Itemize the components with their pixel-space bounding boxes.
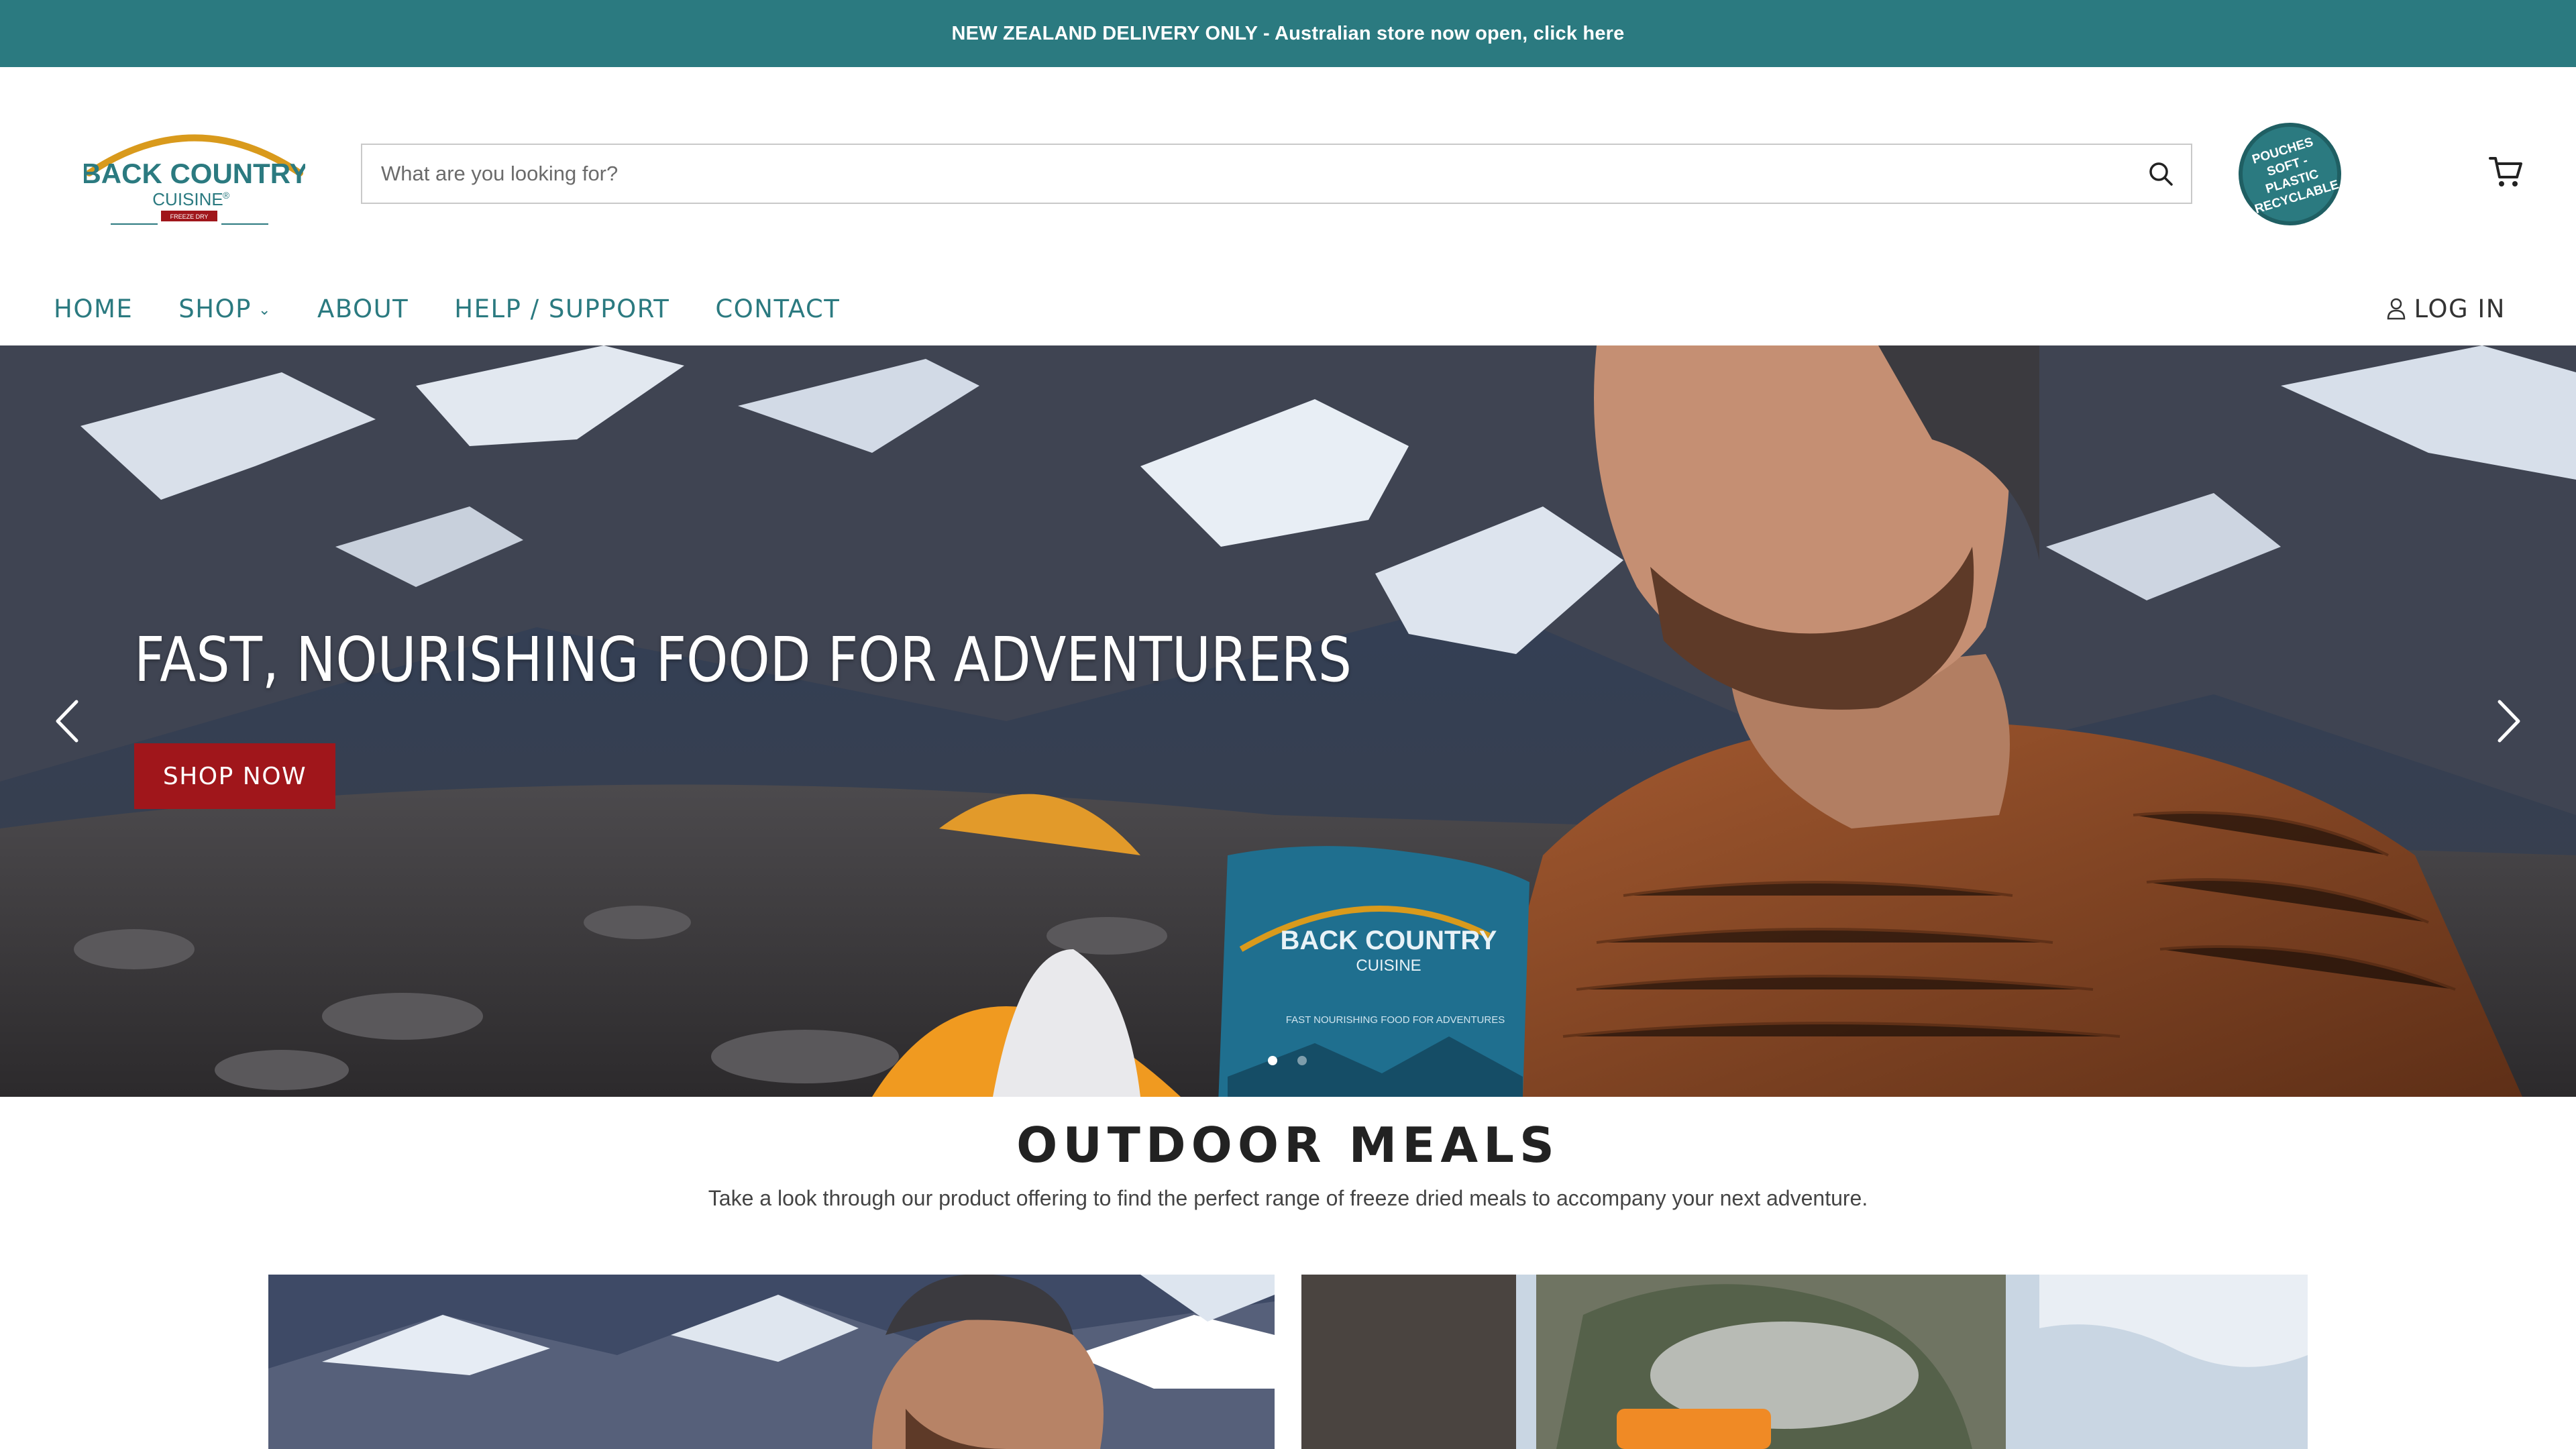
logo-graphic: BACK COUNTRY CUISINE ® FREEZE DRY: [80, 134, 309, 225]
chevron-right-icon: [2498, 700, 2520, 743]
category-image-2: [1301, 1275, 2308, 1449]
slideshow-prev-button[interactable]: [48, 698, 89, 745]
main-nav: HOME SHOP ⌄ ABOUT HELP / SUPPORT CONTACT: [54, 288, 885, 329]
site-logo[interactable]: BACK COUNTRY CUISINE ® FREEZE DRY: [80, 119, 309, 227]
nav-item-about[interactable]: ABOUT: [317, 294, 409, 323]
login-link[interactable]: LOG IN: [2386, 288, 2506, 329]
slide-dot-1[interactable]: [1268, 1056, 1277, 1065]
shop-now-button[interactable]: SHOP NOW: [134, 743, 335, 809]
logo-line2: CUISINE: [152, 189, 223, 209]
announcement-bar[interactable]: NEW ZEALAND DELIVERY ONLY - Australian s…: [0, 0, 2576, 67]
section-subtitle: Take a look through our product offering…: [708, 1186, 1868, 1210]
logo-reg: ®: [223, 190, 230, 201]
nav-item-shop[interactable]: SHOP ⌄: [178, 294, 272, 323]
search-input[interactable]: [362, 145, 2131, 203]
slide-dot-2[interactable]: [1297, 1056, 1307, 1065]
hero-slideshow: BACK COUNTRY CUISINE FAST NOURISHING FOO…: [0, 345, 2576, 1097]
announcement-text[interactable]: NEW ZEALAND DELIVERY ONLY - Australian s…: [952, 23, 1625, 45]
logo-tag: FREEZE DRY: [170, 213, 209, 220]
pouch-tagline: FAST NOURISHING FOOD FOR ADVENTURES: [1286, 1014, 1505, 1026]
category-card-1[interactable]: [268, 1275, 1275, 1449]
slideshow-next-button[interactable]: [2487, 698, 2528, 745]
logo-line1: BACK COUNTRY: [84, 158, 305, 189]
chevron-left-icon: [56, 700, 78, 743]
pouch-brand-line1: BACK COUNTRY: [1281, 926, 1497, 955]
slideshow-dots: [1268, 1056, 1327, 1065]
section-title: OUTDOOR MEALS: [1016, 1117, 1560, 1173]
cart-button[interactable]: [2487, 153, 2525, 191]
user-icon: [2387, 298, 2405, 320]
recyclable-badge: POUCHES SOFT - PLASTIC RECYCLABLE: [2239, 123, 2341, 225]
pouch-brand-line2: CUISINE: [1356, 957, 1421, 975]
nav-item-contact[interactable]: CONTACT: [715, 294, 840, 323]
login-label: LOG IN: [2414, 294, 2506, 323]
search-button[interactable]: [2131, 145, 2191, 203]
search-bar[interactable]: [361, 144, 2192, 204]
nav-item-home[interactable]: HOME: [54, 294, 133, 323]
nav-item-shop-label: SHOP: [178, 294, 252, 323]
nav-item-help-support[interactable]: HELP / SUPPORT: [454, 294, 669, 323]
chevron-down-icon: ⌄: [258, 301, 272, 319]
search-icon: [2149, 162, 2173, 186]
hero-title: FAST, NOURISHING FOOD FOR ADVENTURERS: [134, 624, 1352, 696]
cart-icon: [2489, 157, 2522, 186]
hero-image: BACK COUNTRY CUISINE FAST NOURISHING FOO…: [0, 345, 2576, 1097]
category-card-2[interactable]: [1301, 1275, 2308, 1449]
category-image-1: [268, 1275, 1275, 1449]
